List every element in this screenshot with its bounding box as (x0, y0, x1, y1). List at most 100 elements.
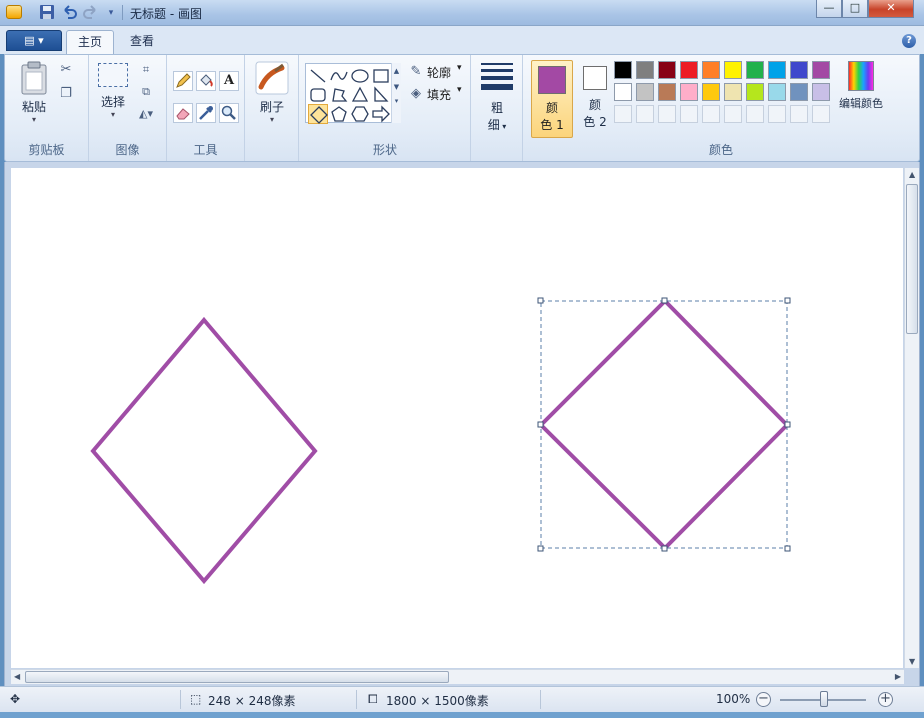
color-swatch[interactable] (724, 61, 742, 79)
customize-dropdown-icon[interactable]: ▾ (102, 4, 120, 22)
magnifier-icon[interactable] (219, 103, 239, 123)
resize-icon[interactable]: ⧉ (137, 83, 155, 101)
color-swatch[interactable] (658, 61, 676, 79)
paste-button[interactable]: 粘贴 ▾ (11, 61, 57, 131)
redo-icon[interactable] (82, 4, 100, 22)
color-swatch[interactable] (790, 61, 808, 79)
crop-icon[interactable]: ⌗ (137, 61, 155, 79)
shape-right-triangle[interactable] (371, 85, 391, 105)
shapes-gallery-scroll[interactable]: ▲ ▼ ▾ (391, 63, 401, 123)
resize-handle[interactable] (784, 421, 791, 428)
resize-handle[interactable] (537, 545, 544, 552)
color-swatch[interactable] (746, 61, 764, 79)
paint-menu-button[interactable]: ▤ ▾ (6, 30, 62, 51)
selection-rectangle[interactable] (540, 300, 788, 549)
vertical-scrollbar[interactable]: ▲ ▼ (904, 168, 919, 668)
fill-bucket-icon[interactable] (196, 71, 216, 91)
resize-handle[interactable] (661, 297, 668, 304)
outline-button[interactable]: ✎ 轮廓 ▾ (407, 63, 467, 81)
color-swatch[interactable] (658, 83, 676, 101)
custom-color-slot[interactable] (680, 105, 698, 123)
pencil-icon[interactable] (173, 71, 193, 91)
size-button[interactable]: 粗 细 ▾ (479, 61, 515, 133)
horizontal-scroll-thumb[interactable] (25, 671, 449, 683)
brushes-button[interactable]: 刷子 ▾ (252, 61, 292, 131)
shape-curve[interactable] (329, 66, 349, 86)
paint-app-icon[interactable] (6, 5, 22, 19)
color-swatch[interactable] (636, 61, 654, 79)
scroll-left-arrow-icon[interactable]: ◀ (14, 672, 20, 681)
color1-button[interactable]: 颜 色 1 (531, 60, 573, 138)
diamond-shape-selected[interactable] (538, 298, 790, 551)
shapes-gallery[interactable] (305, 63, 401, 124)
diamond-shape-left[interactable] (90, 316, 318, 585)
custom-color-slot[interactable] (636, 105, 654, 123)
resize-handle[interactable] (784, 297, 791, 304)
color-swatch[interactable] (768, 83, 786, 101)
tab-view[interactable]: 查看 (118, 30, 166, 54)
shape-polygon[interactable] (329, 85, 349, 105)
custom-color-slot[interactable] (812, 105, 830, 123)
custom-color-slot[interactable] (790, 105, 808, 123)
color-swatch[interactable] (790, 83, 808, 101)
vertical-scroll-thumb[interactable] (906, 184, 918, 334)
resize-handle[interactable] (537, 421, 544, 428)
zoom-slider-thumb[interactable] (820, 691, 828, 707)
zoom-in-icon[interactable]: + (878, 692, 893, 707)
color-swatch[interactable] (614, 61, 632, 79)
resize-handle[interactable] (661, 545, 668, 552)
shape-oval[interactable] (350, 66, 370, 86)
color-swatch[interactable] (680, 61, 698, 79)
save-icon[interactable] (38, 4, 56, 22)
close-button[interactable]: ✕ (868, 0, 914, 18)
help-icon[interactable]: ? (902, 34, 916, 48)
scroll-up-arrow-icon[interactable]: ▲ (909, 170, 915, 179)
text-tool-icon[interactable]: A (219, 71, 239, 91)
shape-rectangle[interactable] (371, 66, 391, 86)
color-picker-icon[interactable] (196, 103, 216, 123)
color-swatch[interactable] (746, 83, 764, 101)
resize-handle[interactable] (784, 545, 791, 552)
eraser-icon[interactable] (173, 103, 193, 123)
selection-handles[interactable] (537, 297, 791, 552)
zoom-out-icon[interactable]: − (756, 692, 771, 707)
color-swatch[interactable] (636, 83, 654, 101)
resize-handle[interactable] (537, 297, 544, 304)
maximize-button[interactable]: □ (842, 0, 868, 18)
shape-pentagon[interactable] (329, 104, 349, 124)
color-swatch[interactable] (724, 83, 742, 101)
color-swatch[interactable] (812, 83, 830, 101)
color2-button[interactable]: 颜 色 2 (577, 63, 613, 139)
fill-button[interactable]: ◈ 填充 ▾ (407, 85, 467, 103)
edit-colors-button[interactable]: 编辑颜色 (835, 61, 887, 121)
custom-color-slot[interactable] (658, 105, 676, 123)
scroll-right-arrow-icon[interactable]: ▶ (895, 672, 901, 681)
shape-arrow[interactable] (371, 104, 391, 124)
scroll-down-arrow-icon[interactable]: ▼ (909, 657, 915, 666)
color-swatch[interactable] (768, 61, 786, 79)
shape-hexagon[interactable] (350, 104, 370, 124)
horizontal-scrollbar[interactable]: ◀ ▶ (11, 669, 904, 684)
custom-color-slot[interactable] (746, 105, 764, 123)
color-swatch[interactable] (812, 61, 830, 79)
color-swatch[interactable] (702, 83, 720, 101)
cut-icon[interactable]: ✂ (57, 61, 75, 79)
color-swatch[interactable] (680, 83, 698, 101)
drawing-canvas[interactable] (11, 168, 903, 668)
select-button[interactable]: 选择 ▾ (93, 63, 133, 133)
minimize-button[interactable]: — (816, 0, 842, 18)
shape-diamond[interactable] (308, 104, 328, 124)
tab-home[interactable]: 主页 (66, 30, 114, 54)
custom-color-slot[interactable] (724, 105, 742, 123)
shape-triangle[interactable] (350, 85, 370, 105)
custom-color-slot[interactable] (768, 105, 786, 123)
custom-color-slot[interactable] (614, 105, 632, 123)
copy-icon[interactable]: ❐ (57, 85, 75, 103)
rotate-icon[interactable]: ◭▾ (137, 105, 155, 123)
shape-rounded-rectangle[interactable] (308, 85, 328, 105)
color-swatch[interactable] (614, 83, 632, 101)
shape-line[interactable] (308, 66, 328, 86)
custom-color-slot[interactable] (702, 105, 720, 123)
color-swatch[interactable] (702, 61, 720, 79)
undo-icon[interactable] (60, 4, 78, 22)
